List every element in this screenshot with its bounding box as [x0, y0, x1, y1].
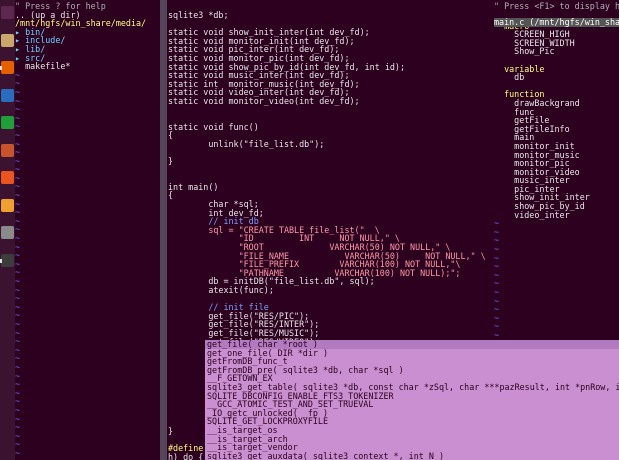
code-line[interactable]: static void func() [168, 123, 488, 132]
nerdtree-empty-line-marker: ~ [15, 336, 21, 347]
nerdtree-empty-line-marker: ~ [15, 267, 21, 278]
tagbar-help: " Press <F1> to display hel [494, 1, 619, 11]
code-line[interactable]: atexit(func); [168, 286, 488, 295]
nerdtree-empty-line-marker: ~ [15, 172, 21, 183]
nerdtree-empty-line-marker: ~ [15, 293, 21, 304]
nerdtree-empty-line-marker: ~ [15, 310, 21, 321]
nerdtree-empty-line-marker: ~ [15, 78, 21, 89]
completion-popup[interactable]: get_file( char *root ) get_one_file( DIR … [205, 340, 619, 460]
completion-item[interactable]: sqlite3_get_auxdata( sqlite3_context *, … [205, 452, 619, 460]
nerdtree-line[interactable]: makefile* [15, 62, 160, 71]
nerdtree-pane[interactable]: " Press ? for help .. (up a dir)/mnt/hgf… [15, 0, 160, 460]
nerdtree-empty-line-marker: ~ [15, 86, 21, 97]
firefox-icon[interactable] [1, 61, 14, 74]
tagbar-empty-line-marker: ~ [494, 226, 500, 237]
nerdtree-empty-line-marker: ~ [15, 155, 21, 166]
tagbar-line[interactable]: db [494, 73, 619, 82]
nerdtree-empty-line-marker: ~ [15, 353, 21, 364]
nerdtree-empty-line-marker: ~ [15, 138, 21, 149]
libreoffice-calc-icon[interactable] [1, 116, 14, 129]
code-line[interactable]: h) do { [168, 453, 203, 460]
nerdtree-empty-line-marker: ~ [15, 301, 21, 312]
code-line[interactable] [168, 149, 488, 158]
code-line[interactable]: sqlite3 *db; [168, 11, 488, 20]
code-line[interactable] [168, 106, 488, 115]
running-indicator [0, 258, 2, 263]
tagbar-empty-line-marker: ~ [494, 287, 500, 297]
tagbar-empty-line-marker: ~ [494, 278, 500, 289]
running-indicator [0, 66, 2, 70]
nerdtree-empty-line-marker: ~ [15, 104, 21, 115]
nerdtree-empty-line-marker: ~ [15, 344, 21, 355]
tagbar-empty-line-marker: ~ [494, 312, 500, 323]
code-line[interactable] [168, 166, 488, 175]
tagbar-empty-line-marker: ~ [494, 244, 500, 255]
nerdtree-empty-line-marker: ~ [15, 413, 21, 424]
unity-launcher [0, 0, 15, 460]
nerdtree-empty-line-marker: ~ [15, 361, 21, 372]
tagbar-line[interactable]: video_inter [494, 211, 619, 220]
nerdtree-empty-line-marker: ~ [15, 387, 21, 398]
libreoffice-writer-icon[interactable] [1, 88, 14, 102]
nerdtree-empty-line-marker: ~ [15, 318, 21, 329]
nerdtree-empty-line-marker: ~ [15, 181, 21, 192]
code-line[interactable]: unlink("file_list.db"); [168, 140, 488, 149]
tagbar-empty-line-marker: ~ [494, 295, 500, 306]
nerdtree-empty-line-marker: ~ [15, 198, 21, 209]
libreoffice-impress-icon[interactable] [1, 143, 14, 157]
nerdtree-empty-line-marker: ~ [15, 112, 21, 123]
code-line[interactable]: } [168, 157, 488, 166]
amazon-icon[interactable] [1, 198, 14, 212]
code-line[interactable]: } [168, 427, 203, 436]
nerdtree-empty-line-marker: ~ [15, 164, 21, 175]
terminal-icon[interactable] [1, 253, 14, 267]
settings-icon[interactable] [1, 226, 14, 239]
nerdtree-empty-line-marker: ~ [15, 276, 21, 286]
nerdtree-empty-line-marker: ~ [15, 190, 21, 201]
nerdtree-empty-line-marker: ~ [15, 284, 21, 295]
nerdtree-empty-line-marker: ~ [15, 258, 21, 269]
tagbar-empty-line-marker: ~ [494, 329, 500, 340]
nerdtree-empty-line-marker: ~ [15, 422, 21, 433]
tagbar-empty-line-marker: ~ [494, 261, 500, 272]
nerdtree-empty-line-marker: ~ [15, 439, 21, 450]
tagbar-line[interactable]: Show_Pic [494, 47, 619, 56]
nerdtree-empty-line-marker: ~ [15, 241, 21, 252]
nerdtree-empty-line-marker: ~ [15, 404, 21, 415]
nerdtree-empty-line-marker: ~ [15, 327, 21, 338]
left-split-divider[interactable] [160, 0, 167, 460]
tagbar-empty-line-marker: ~ [494, 252, 500, 263]
nerdtree-empty-line-marker: ~ [15, 370, 21, 381]
nerdtree-empty-line-marker: ~ [15, 69, 21, 80]
nerdtree-empty-line-marker: ~ [15, 430, 21, 441]
nerdtree-empty-line-marker: ~ [15, 129, 21, 140]
tagbar-empty-line-marker: ~ [494, 218, 500, 229]
code-line[interactable]: static void monitor_video(int dev_fd); [168, 97, 488, 106]
nerdtree-empty-line-marker: ~ [15, 95, 21, 106]
tagbar-file-title: main.c (/mnt/hgfs/win_share [494, 18, 619, 27]
nerdtree-empty-line-marker: ~ [15, 147, 21, 158]
tagbar-empty-line-marker: ~ [494, 321, 500, 332]
nerdtree-empty-line-marker: ~ [15, 250, 21, 261]
nerdtree-empty-line-marker: ~ [15, 379, 21, 390]
tagbar-empty-line-marker: ~ [494, 235, 500, 246]
nerdtree-empty-line-marker: ~ [15, 447, 21, 458]
nerdtree-empty-line-marker: ~ [15, 396, 21, 407]
tagbar-empty-line-marker: ~ [494, 304, 500, 315]
nerdtree-empty-line-marker: ~ [15, 207, 21, 218]
nerdtree-empty-line-marker: ~ [15, 215, 21, 226]
nerdtree-empty-line-marker: ~ [15, 233, 21, 244]
code-line[interactable]: int main() [168, 183, 488, 192]
files-icon[interactable] [1, 33, 14, 47]
software-center-icon[interactable] [1, 171, 14, 184]
nerdtree-empty-line-marker: ~ [15, 224, 21, 235]
nerdtree-empty-line-marker: ~ [15, 121, 21, 132]
dash-home-icon[interactable] [1, 6, 14, 19]
tagbar-empty-line-marker: ~ [494, 269, 500, 280]
